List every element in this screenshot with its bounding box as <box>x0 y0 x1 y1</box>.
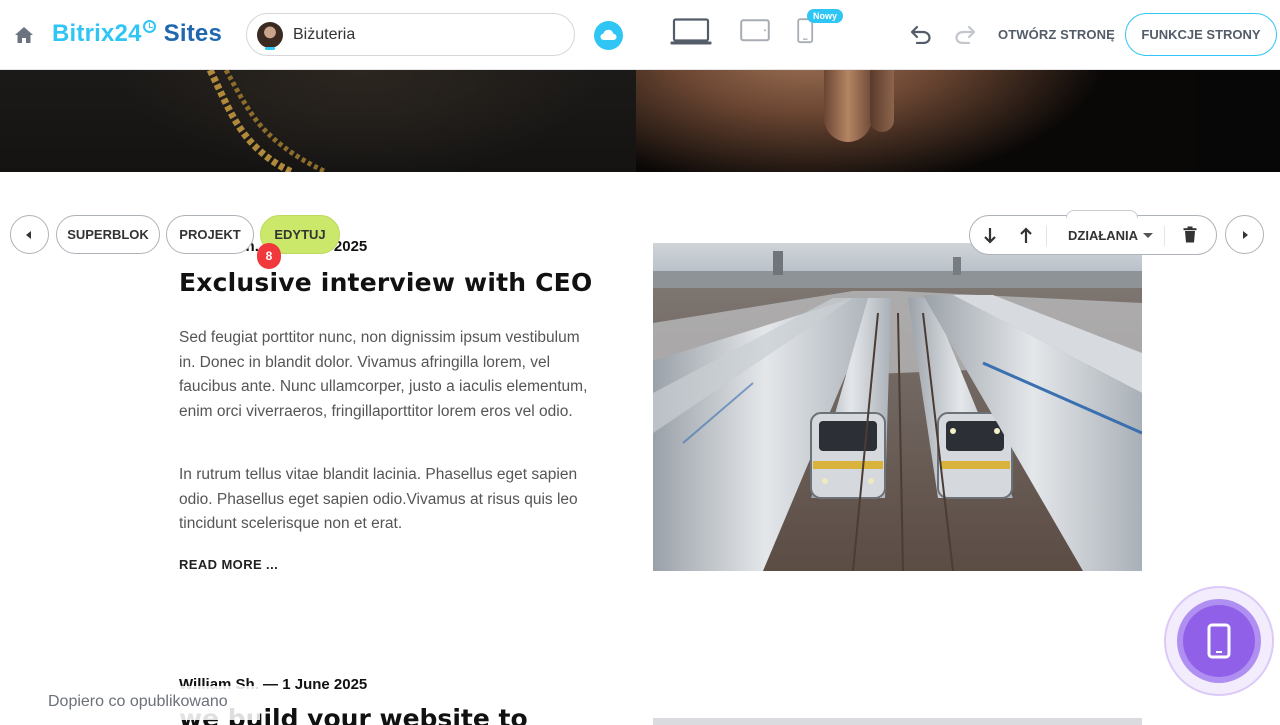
open-page-link[interactable]: OTWÓRZ STRONĘ <box>998 27 1115 42</box>
desktop-icon[interactable] <box>670 18 712 46</box>
read-more-link[interactable]: READ MORE ... <box>179 557 278 572</box>
mobile-preview-icon[interactable] <box>1183 605 1255 677</box>
article2-photo <box>653 718 1142 725</box>
superblock-button[interactable]: SUPERBLOK <box>56 215 160 254</box>
site-avatar <box>257 22 283 50</box>
arrow-right-icon <box>1243 231 1248 239</box>
hero-image-left <box>0 70 636 172</box>
article-title: Exclusive interview with CEO <box>179 268 593 297</box>
site-name: Biżuteria <box>293 26 356 43</box>
next-block-button[interactable] <box>1225 215 1264 254</box>
page-features-button[interactable]: FUNKCJE STRONY <box>1125 13 1277 56</box>
move-up-icon[interactable] <box>1019 227 1033 244</box>
site-selector[interactable]: Biżuteria <box>246 13 575 56</box>
article-paragraph-1: Sed feugiat porttitor nunc, non dignissi… <box>179 329 588 420</box>
hero-image-right <box>636 70 1280 172</box>
hero-image-strip <box>0 70 1280 172</box>
arrow-left-icon <box>26 231 31 239</box>
cloud-icon[interactable] <box>594 21 623 50</box>
brand-name: Bitrix24 <box>52 20 142 47</box>
block-actions-group: DZIAŁANIA <box>969 210 1217 255</box>
redo-icon[interactable] <box>953 24 977 44</box>
new-badge: Nowy <box>807 9 844 23</box>
home-icon[interactable] <box>14 26 34 44</box>
gold-chain-image <box>206 70 328 172</box>
trash-icon[interactable] <box>1183 226 1197 243</box>
top-toolbar: Bitrix24 Sites Biżuteria Nowy OTWÓRZ STRO… <box>0 0 1280 70</box>
prev-block-button[interactable] <box>10 215 49 254</box>
move-down-icon[interactable] <box>983 227 997 244</box>
trains-photo <box>653 243 1142 571</box>
edit-count-badge: 8 <box>257 243 281 269</box>
chevron-down-icon <box>1143 233 1153 238</box>
brand-product: Sites <box>163 20 223 47</box>
clock-icon <box>142 20 156 33</box>
design-button[interactable]: PROJEKT <box>166 215 254 254</box>
publish-status: Dopiero co opublikowano <box>0 686 260 720</box>
actions-dropdown[interactable]: DZIAŁANIA <box>1068 228 1138 243</box>
tablet-icon[interactable] <box>740 19 770 43</box>
brand-logo[interactable]: Bitrix24 Sites <box>52 20 222 48</box>
article-paragraph-2: In rutrum tellus vitae blandit lacinia. … <box>179 466 578 532</box>
undo-icon[interactable] <box>909 24 933 44</box>
